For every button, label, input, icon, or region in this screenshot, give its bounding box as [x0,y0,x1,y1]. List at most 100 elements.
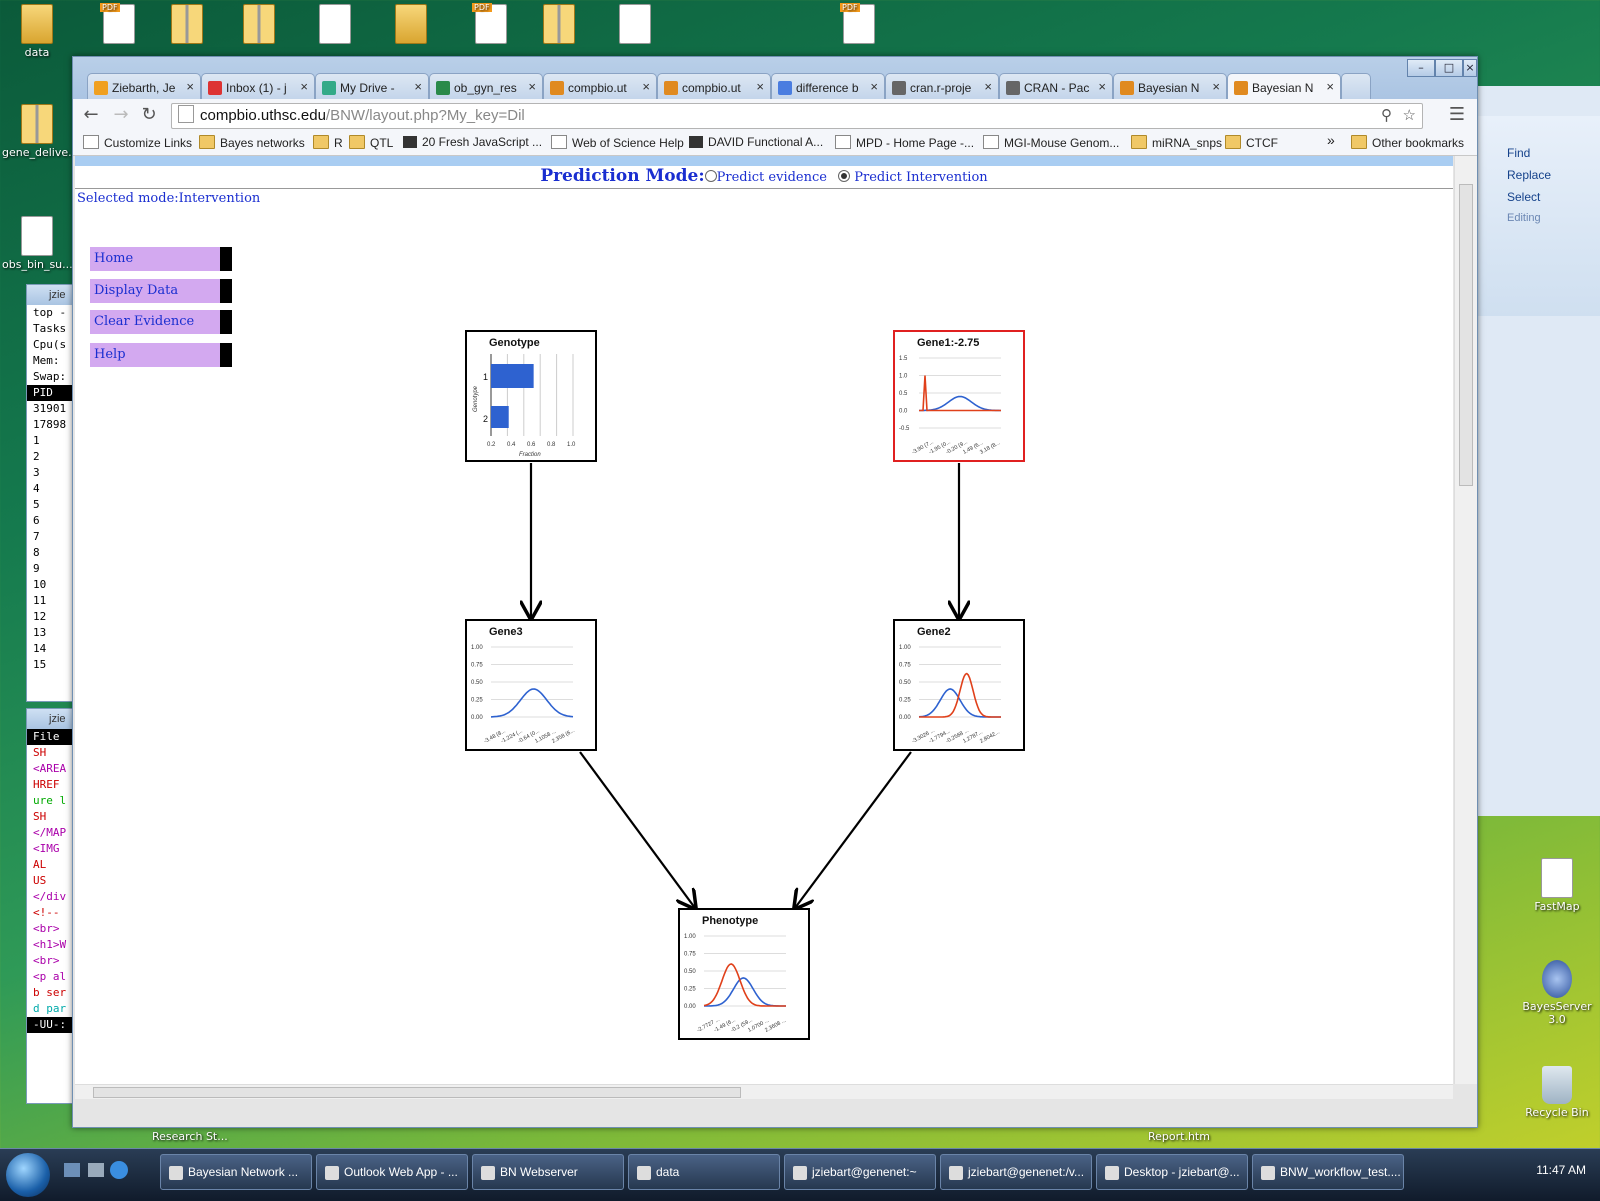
pdf-icon [840,3,875,44]
node-gene2[interactable]: Gene2 1.00 0.75 0.50 0.25 0.00 -3.3026 ... -1.7… [893,619,1025,751]
start-button[interactable] [6,1153,50,1197]
desktop-label-report[interactable]: Report.htm [1148,1130,1210,1143]
find-button[interactable]: Find [1507,146,1530,160]
taskbar-button[interactable]: jziebart@genenet:/v... [940,1154,1092,1190]
horizontal-scrollbar[interactable] [75,1084,1453,1099]
tab-close-icon[interactable]: × [300,74,308,100]
desktop-icon-top-3[interactable] [224,4,294,46]
tab-close-icon[interactable]: × [1326,74,1334,100]
java-app-icon [1541,858,1573,898]
tab-close-icon[interactable]: × [414,74,422,100]
address-bar[interactable]: compbio.uthsc.edu/BNW/layout.php?My_key=… [171,103,1423,129]
y-tick-label: 1.00 [899,645,911,651]
terminal-line: HREF [33,778,60,791]
close-window-button[interactable]: × [1463,59,1477,77]
tab-0[interactable]: Ziebarth, Je × [87,73,201,100]
taskbar-button[interactable]: data [628,1154,780,1190]
tab-close-icon[interactable]: × [642,74,650,100]
bookmark-item[interactable]: Web of Science Help [551,135,684,150]
bookmark-item[interactable]: Customize Links [83,135,192,150]
tab-close-icon[interactable]: × [1098,74,1106,100]
scroll-thumb[interactable] [93,1087,741,1098]
tab-4[interactable]: compbio.ut × [543,73,657,100]
desktop-icon-top-9[interactable] [824,3,894,46]
tab-5[interactable]: compbio.ut × [657,73,771,100]
desktop-icon-label: data [24,46,50,59]
show-desktop-icon[interactable] [64,1163,80,1177]
bookmark-item[interactable]: R [313,135,343,150]
tab-10[interactable]: Bayesian N × [1227,73,1341,101]
ie-quicklaunch-icon[interactable] [110,1161,128,1179]
desktop-icon-top-0[interactable]: data [2,4,72,59]
tab-close-icon[interactable]: × [528,74,536,100]
bookmark-item[interactable]: CTCF [1225,135,1278,150]
node-phenotype[interactable]: Phenotype 1.00 0.75 0.50 0.25 0.00 -2.7727 ...… [678,908,810,1040]
desktop-icon-top-2[interactable] [152,4,222,46]
menu-icon[interactable]: ☰ [1445,103,1469,127]
desktop-icon-fastmap[interactable]: FastMap [1522,858,1592,913]
tab-close-icon[interactable]: × [1212,74,1220,100]
bookmarks-overflow-button[interactable]: » [1327,132,1335,148]
node-gene1[interactable]: Gene1:-2.75 1.5 1.0 0.5 0.0 -0.5 -3.90 (7... -1… [893,330,1025,462]
desktop-icon-gene-delivery[interactable]: gene_delive... [2,104,79,159]
new-tab-button[interactable] [1341,73,1371,100]
minimize-button[interactable]: – [1407,59,1435,77]
desktop-icon-obs-bin[interactable]: obs_bin_su... [2,216,73,271]
desktop-icon-top-1[interactable] [84,3,154,46]
desktop-icon-bayesserver[interactable]: BayesServer 3.0 [1522,960,1592,1026]
bookmark-item[interactable]: miRNA_snps [1131,135,1222,150]
node-genotype[interactable]: Genotype 1 2 0.2 0.4 0.6 0.8 1.0 Fraction Genotyp… [465,330,597,462]
taskbar-button[interactable]: Bayesian Network ... [160,1154,312,1190]
tab-9[interactable]: Bayesian N × [1113,73,1227,100]
tab-3[interactable]: ob_gyn_res × [429,73,543,100]
select-button[interactable]: Select [1507,190,1540,204]
bookmark-item[interactable]: MPD - Home Page -... [835,135,974,150]
browser-window[interactable]: – □ × Ziebarth, Je × Inbox (1) - j × My Driv… [72,56,1478,1128]
node-gene3[interactable]: Gene3 1.00 0.75 0.50 0.25 0.00 -3.48 (8... -1.2… [465,619,597,751]
explorer-quicklaunch-icon[interactable] [88,1163,104,1177]
terminal-window-emacs[interactable]: jzie File SH <AREA HREF ure l SH </MAP <IMG … [26,708,76,1104]
tab-2[interactable]: My Drive - × [315,73,429,100]
other-bookmarks[interactable]: Other bookmarks [1351,135,1464,150]
taskbar-button[interactable]: jziebart@genenet:~ [784,1154,936,1190]
tab-6[interactable]: difference b × [771,73,885,100]
terminal-window-top[interactable]: jzie top - Tasks Cpu(s Mem: Swap: PID 31901 17… [26,284,76,702]
back-arrow-icon[interactable]: ← [79,103,103,127]
word-window[interactable]: Find Replace Select Editing [1476,86,1600,816]
desktop-icon-top-4[interactable] [300,4,370,46]
vertical-scrollbar[interactable] [1454,156,1477,1084]
tab-close-icon[interactable]: × [756,74,764,100]
taskbar-button[interactable]: Desktop - jziebart@... [1096,1154,1248,1190]
tab-close-icon[interactable]: × [186,74,194,100]
desktop-icon-recycle-bin[interactable]: Recycle Bin [1522,1066,1592,1119]
tab-8[interactable]: CRAN - Pac × [999,73,1113,100]
scroll-thumb[interactable] [1459,184,1473,486]
tab-close-icon[interactable]: × [984,74,992,100]
bookmark-item[interactable]: QTL [349,135,393,150]
taskbar-button[interactable]: BN Webserver [472,1154,624,1190]
reload-icon[interactable]: ↻ [137,103,161,127]
desktop-icon-top-8[interactable] [600,4,670,46]
tab-close-icon[interactable]: × [870,74,878,100]
bookmark-item[interactable]: DAVID Functional A... [689,135,823,149]
search-icon[interactable]: ⚲ [1381,104,1392,128]
tab-1[interactable]: Inbox (1) - j × [201,73,315,100]
pdf-icon [100,3,135,44]
bookmark-item[interactable]: 20 Fresh JavaScript ... [403,135,542,149]
taskbar-button[interactable]: BNW_workflow_test.... [1252,1154,1404,1190]
maximize-button[interactable]: □ [1435,59,1463,77]
forward-arrow-icon[interactable]: → [109,103,133,127]
clock[interactable]: 11:47 AM [1536,1163,1586,1177]
bookmark-item[interactable]: Bayes networks [199,135,305,150]
terminal-line: SH [33,746,47,759]
desktop-icon-top-5[interactable] [376,4,446,46]
replace-button[interactable]: Replace [1507,168,1551,182]
taskbar-button[interactable]: Outlook Web App - ... [316,1154,468,1190]
tab-7[interactable]: cran.r-proje × [885,73,999,100]
bookmark-item[interactable]: MGI-Mouse Genom... [983,135,1119,150]
desktop-icon-top-6[interactable] [456,3,526,46]
desktop-label-research[interactable]: Research St... [152,1130,228,1143]
bookmark-star-icon[interactable]: ☆ [1403,104,1416,128]
bar-2 [491,406,509,428]
desktop-icon-top-7[interactable] [524,4,594,46]
